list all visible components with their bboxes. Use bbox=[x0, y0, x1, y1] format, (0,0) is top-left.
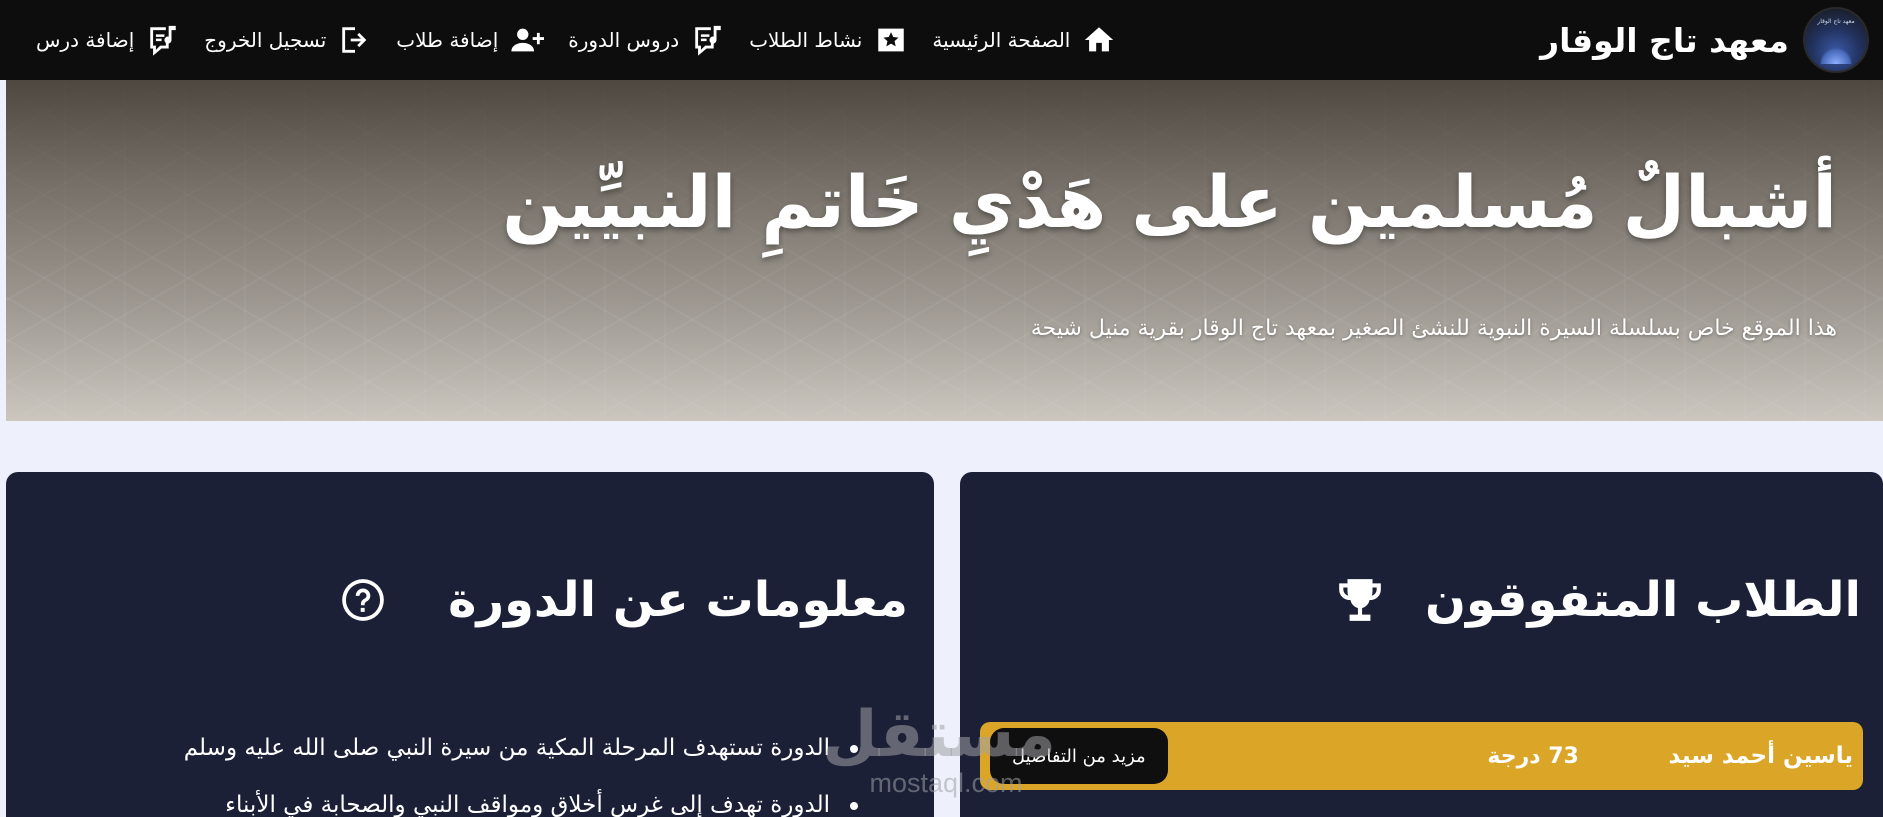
hero-banner: أشبالٌ مُسلمين على هَدْيِ خَاتمِ النبيِّ… bbox=[6, 80, 1883, 421]
add-lesson-icon bbox=[150, 25, 177, 56]
course-info-header: معلومات عن الدورة bbox=[338, 572, 908, 628]
add-user-icon bbox=[511, 28, 545, 52]
more-details-button[interactable]: مزيد من التفاصيل bbox=[990, 728, 1168, 784]
logo-crown bbox=[1819, 48, 1853, 64]
navbar: معهد تاج الوقار معهد تاج الوقار الصفحة ا… bbox=[0, 0, 1883, 80]
nav-add-students[interactable]: إضافة طلاب bbox=[396, 23, 545, 57]
logout-icon bbox=[342, 27, 367, 53]
nav-student-activity-label: نشاط الطلاب bbox=[749, 28, 863, 52]
star-badge-icon bbox=[878, 28, 905, 52]
nav-add-students-label: إضافة طلاب bbox=[396, 28, 499, 52]
home-icon bbox=[1085, 27, 1114, 52]
nav-logout[interactable]: تسجيل الخروج bbox=[204, 23, 372, 57]
trophy-icon bbox=[1335, 575, 1385, 625]
course-info-card: معلومات عن الدورة الدورة تستهدف المرحلة … bbox=[6, 472, 934, 817]
nav-course-lessons-label: دروس الدورة bbox=[568, 28, 680, 52]
question-circle-icon bbox=[338, 575, 388, 625]
nav-home[interactable]: الصفحة الرئيسية bbox=[932, 23, 1116, 57]
brand-name: معهد تاج الوقار bbox=[1540, 20, 1789, 60]
logo-text: معهد تاج الوقار bbox=[1817, 18, 1855, 25]
nav-student-activity[interactable]: نشاط الطلاب bbox=[749, 23, 908, 57]
institute-logo: معهد تاج الوقار bbox=[1803, 7, 1869, 73]
course-info-item: الدورة تهدف إلى غرس أخلاق ومواقف النبي و… bbox=[184, 777, 859, 817]
top-students-header: الطلاب المتفوقون bbox=[1335, 572, 1861, 628]
lessons-icon bbox=[695, 25, 721, 56]
nav-add-lesson[interactable]: إضافة درس bbox=[36, 23, 180, 57]
hero-title: أشبالٌ مُسلمين على هَدْيِ خَاتمِ النبيِّ… bbox=[502, 160, 1837, 244]
nav-home-label: الصفحة الرئيسية bbox=[932, 28, 1071, 52]
course-info-title: معلومات عن الدورة bbox=[448, 572, 908, 628]
top-students-card: الطلاب المتفوقون ياسين أحمد سيد 73 درجة … bbox=[960, 472, 1883, 817]
nav-links: الصفحة الرئيسية نشاط الطلاب دروس الدورة … bbox=[36, 23, 1116, 57]
hero-subtitle: هذا الموقع خاص بسلسلة السيرة النبوية للن… bbox=[1030, 316, 1837, 341]
nav-logout-label: تسجيل الخروج bbox=[204, 28, 327, 52]
student-name: ياسين أحمد سيد bbox=[1668, 743, 1853, 769]
top-students-title: الطلاب المتفوقون bbox=[1424, 572, 1861, 628]
course-info-list: الدورة تستهدف المرحلة المكية من سيرة الن… bbox=[184, 720, 859, 817]
brand[interactable]: معهد تاج الوقار معهد تاج الوقار bbox=[1540, 7, 1869, 73]
nav-course-lessons[interactable]: دروس الدورة bbox=[568, 23, 725, 57]
student-row: ياسين أحمد سيد 73 درجة مزيد من التفاصيل bbox=[980, 722, 1863, 790]
nav-add-lesson-label: إضافة درس bbox=[36, 28, 135, 52]
course-info-item: الدورة تستهدف المرحلة المكية من سيرة الن… bbox=[184, 720, 859, 777]
student-score: 73 درجة bbox=[1487, 743, 1579, 769]
